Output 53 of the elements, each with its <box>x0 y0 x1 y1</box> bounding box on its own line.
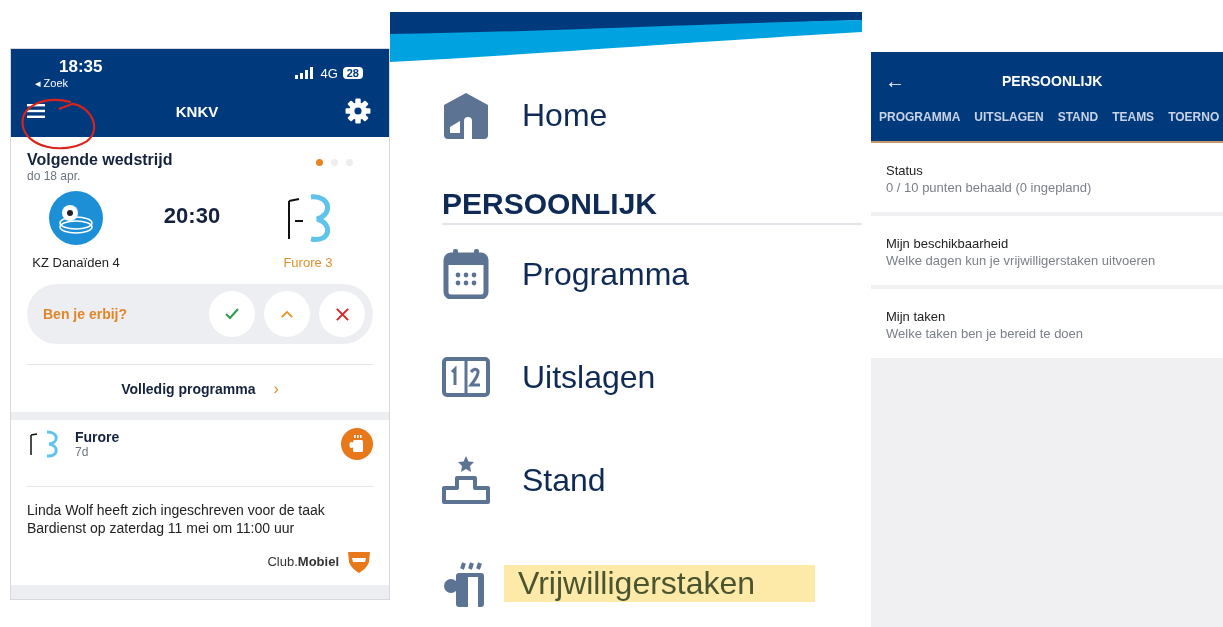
menu-item[interactable]: Uitslagen <box>442 352 660 402</box>
battery-level: 28 <box>342 67 363 79</box>
list-item[interactable]: Status 0 / 10 punten behaald (0 ingepland) <box>871 143 1223 212</box>
signal-icon <box>295 67 316 79</box>
back-button[interactable]: ← <box>885 69 905 93</box>
post-age: 7d <box>75 445 90 459</box>
menu-item[interactable]: Stand <box>442 455 610 505</box>
no-button[interactable] <box>319 291 365 337</box>
match-time: 20:30 <box>163 203 221 229</box>
list-item[interactable]: Mijn beschikbaarheid Welke dagen kun je vrijwilligerstaken uitvoeren <box>871 216 1223 285</box>
check-icon <box>224 306 240 322</box>
item-subtitle: Welke taken ben je bereid te doen <box>886 326 1085 341</box>
item-title: Mijn beschikbaarheid <box>886 236 1010 251</box>
scoreboard-icon <box>442 357 490 397</box>
yes-button[interactable] <box>209 291 255 337</box>
status-time: 18:35 <box>58 57 103 77</box>
card-title: Volgende wedstrijd <box>27 151 173 169</box>
menu-icon <box>27 104 45 118</box>
full-program-link[interactable]: Volledig programma <box>121 381 256 397</box>
pager-dot[interactable] <box>316 159 323 166</box>
chevron-icon: › <box>273 380 279 398</box>
close-icon <box>334 306 350 322</box>
availability-question: Ben je erbij? <box>43 306 128 322</box>
club-logo-icon <box>49 191 103 245</box>
podium-icon <box>442 456 490 504</box>
home-icon <box>442 91 490 139</box>
network-type: 4G <box>320 65 338 81</box>
screen-title: PERSOONLIJK <box>1002 73 1103 89</box>
away-team-name: Furore 3 <box>283 255 333 270</box>
tab[interactable]: TOERNO <box>1168 110 1220 132</box>
section-heading: PERSOONLIJK <box>442 187 862 225</box>
tab[interactable]: TEAMS <box>1112 110 1155 132</box>
brand-name: Club.Mobiel <box>267 553 339 569</box>
post-message: Linda Wolf heeft zich ingeschreven voor de taak Bardienst op zaterdag 11 mei om 11:00 uur <box>27 501 326 537</box>
item-title: Mijn taken <box>886 309 947 324</box>
menu-item[interactable]: Programma <box>442 249 694 299</box>
tab[interactable]: STAND <box>1057 110 1099 132</box>
calendar-icon <box>442 249 490 299</box>
item-title: Status <box>886 163 924 178</box>
back-to-search-link[interactable]: ◂ Zoek <box>35 77 103 90</box>
club-name: Furore <box>75 429 120 445</box>
menu-item[interactable]: Home <box>442 90 612 140</box>
app-title: KNKV <box>175 102 219 120</box>
mug-icon <box>341 428 373 460</box>
list-item[interactable]: Mijn taken Welke taken ben je bereid te doen <box>871 289 1223 358</box>
tab[interactable]: UITSLAGEN <box>974 110 1044 132</box>
caret-icon <box>280 309 294 319</box>
home-team-name: KZ Danaïden 4 <box>32 255 120 270</box>
match-date: do 18 apr. <box>27 169 82 183</box>
tab[interactable]: PROGRAMMA <box>879 110 961 132</box>
item-subtitle: Welke dagen kun je vrijwilligerstaken uitvoeren <box>886 253 1157 268</box>
item-subtitle: 0 / 10 punten behaald (0 ingepland) <box>886 180 1093 195</box>
settings-icon[interactable] <box>345 98 371 124</box>
